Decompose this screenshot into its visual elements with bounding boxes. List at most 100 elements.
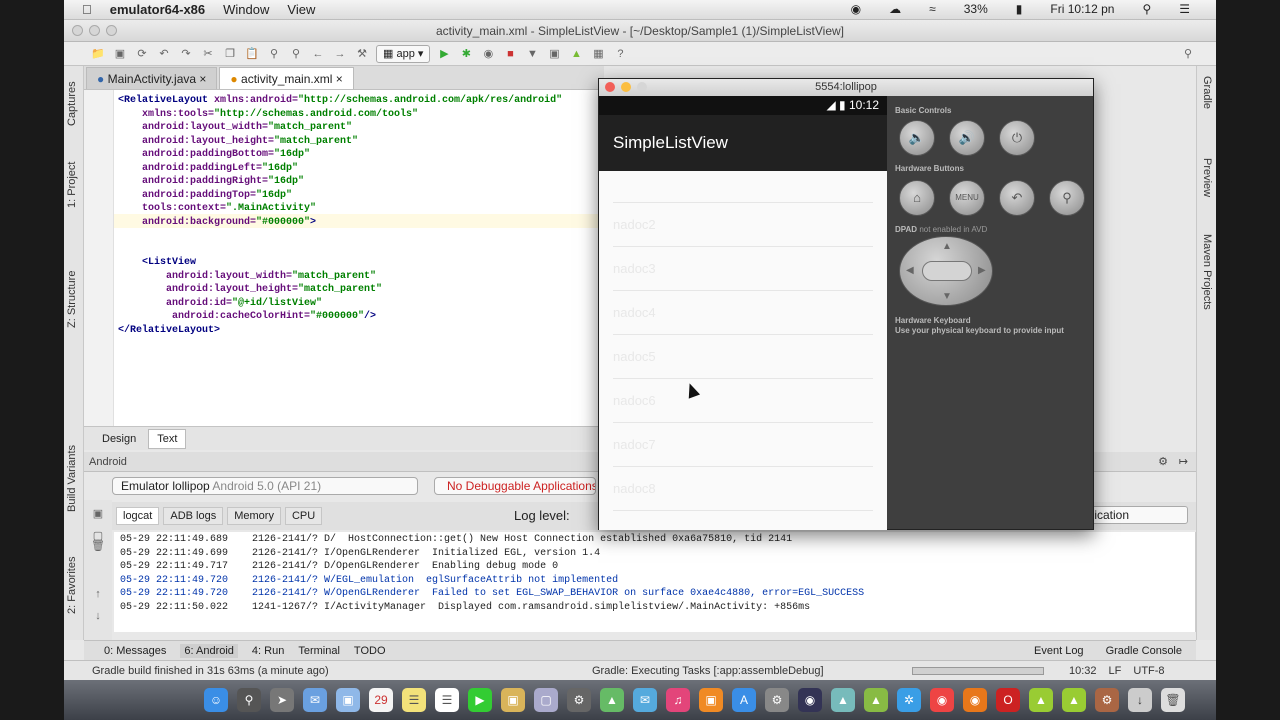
tab-logcat[interactable]: logcat [116,507,160,525]
list-item[interactable]: nadoc5 [613,335,873,379]
log-line[interactable]: 05-29 22:11:49.720 2126-2141/? W/EGL_emu… [120,574,618,588]
sync-icon[interactable]: ⟳ [134,46,150,62]
facetime-icon[interactable]: ▶ [468,688,492,712]
dpad-center[interactable] [922,261,972,281]
tab-captures[interactable]: Captures [66,81,78,126]
code-line[interactable]: android:layout_width="match_parent" [118,270,376,284]
code-line[interactable]: android:cacheColorHint="#000000"/> [118,310,376,324]
undo-icon[interactable]: ↶ [156,46,172,62]
redo-icon[interactable]: ↷ [178,46,194,62]
tab-cpu[interactable]: CPU [284,507,323,525]
up-icon[interactable]: ↑ [90,586,106,602]
project-structure-icon[interactable]: ▦ [590,46,606,62]
code-line[interactable]: tools:context=".MainActivity" [118,202,316,216]
list-item[interactable]: nadoc3 [613,247,873,291]
opera-icon[interactable]: O [996,688,1020,712]
code-line[interactable]: </RelativeLayout> [118,324,220,338]
downloads-icon[interactable]: ↓ [1128,688,1152,712]
tab-build-variants[interactable]: Build Variants [66,445,78,512]
wifi-icon[interactable]: ≈ [929,2,936,16]
finder-icon[interactable]: ☺ [204,688,228,712]
menubar-clock[interactable]: Fri 10:12 pn [1050,2,1114,16]
search-icon[interactable]: ⚲ [1049,180,1085,216]
log-line[interactable]: 05-29 22:11:49.699 2126-2141/? I/OpenGLR… [120,547,600,561]
spotlight-app-icon[interactable]: ⚲ [237,688,261,712]
attach-icon[interactable]: ◉ [480,46,496,62]
tab-text[interactable]: Text [148,428,187,449]
spotlight-icon[interactable]: ⚲ [1142,2,1151,16]
dpad-down-icon[interactable]: ▼ [942,291,952,302]
panel-hide-icon[interactable]: ↦ [1179,452,1188,472]
log-filter-select[interactable]: plication [1078,506,1188,524]
paste-icon[interactable]: 📋 [244,46,260,62]
find-icon[interactable]: ⚲ [266,46,282,62]
notes-icon[interactable]: ☰ [402,688,426,712]
volume-down-icon[interactable]: 🔈 [899,120,935,156]
dpad-up-icon[interactable]: ▲ [942,241,952,252]
clear-log-icon[interactable]: 🗑 [90,538,106,554]
cut-icon[interactable]: ✂ [200,46,216,62]
cursor-position[interactable]: 10:32 [1069,661,1097,681]
power-icon[interactable]: ⏻ [999,120,1035,156]
code-line[interactable]: android:id="@+id/listView" [118,297,322,311]
list-item[interactable]: nadoc8 [613,467,873,511]
replace-icon[interactable]: ⚲ [288,46,304,62]
debug-icon[interactable]: ✱ [458,46,474,62]
code-line[interactable]: xmlns:tools="http://schemas.android.com/… [118,108,418,122]
photos-icon[interactable]: ▣ [336,688,360,712]
record-icon[interactable]: ◉ [851,2,861,16]
tab-structure[interactable]: Z: Structure [66,271,78,328]
list-item[interactable]: nadoc2 [613,203,873,247]
tab-gradle-console[interactable]: Gradle Console [1106,645,1182,657]
network-icon[interactable]: ⚙ [567,688,591,712]
reminders-icon[interactable]: ☰ [435,688,459,712]
tab-design[interactable]: Design [94,430,144,448]
code-line[interactable]: android:paddingTop="16dp" [118,189,292,203]
safari-icon[interactable]: ✲ [897,688,921,712]
log-line[interactable]: 05-29 22:11:49.689 2126-2141/? D/ HostCo… [120,533,792,547]
list-item[interactable]: nadoc4 [613,291,873,335]
menubar-window[interactable]: Window [223,2,269,17]
utility-icon[interactable]: ⚙ [1095,688,1119,712]
mail-icon[interactable]: ✉ [303,688,327,712]
list-item[interactable] [613,171,873,203]
tab-adb-logs[interactable]: ADB logs [163,507,224,525]
volume-up-icon[interactable]: 🔊 [949,120,985,156]
tab-memory[interactable]: Memory [227,507,281,525]
panel-settings-icon[interactable]: ⚙ [1158,452,1168,472]
code-line[interactable]: android:background="#000000"> [118,216,316,230]
battery-icon[interactable]: ▮ [1016,2,1023,16]
log-line[interactable]: 05-29 22:11:49.717 2126-2141/? D/OpenGLR… [120,560,558,574]
log-line[interactable]: 05-29 22:11:49.720 2126-2141/? W/OpenGLR… [120,587,864,601]
tab-maven-projects[interactable]: Maven Projects [1201,234,1213,310]
emulator-screen[interactable]: ◢ ▮ 10:12 SimpleListView nadoc2 nadoc3 nad… [599,96,887,530]
tab-preview[interactable]: Preview [1201,158,1213,197]
code-line[interactable]: android:paddingBottom="16dp" [118,148,310,162]
tab-event-log[interactable]: Event Log [1034,645,1084,657]
code-line[interactable]: android:layout_height="match_parent" [118,283,382,297]
run-config-select[interactable]: ▦ app ▾ [376,44,431,63]
messages-icon[interactable]: ✉ [633,688,657,712]
display-icon[interactable]: ▢ [534,688,558,712]
tab-messages[interactable]: 0: Messages [104,645,166,657]
calendar-icon[interactable]: 29 [369,688,393,712]
tab-gradle[interactable]: Gradle [1201,76,1213,109]
open-icon[interactable]: 📁 [90,46,106,62]
save-icon[interactable]: ▣ [112,46,128,62]
menu-button[interactable]: MENU [949,180,985,216]
notification-icon[interactable]: ☰ [1179,2,1190,16]
device-select[interactable]: Emulator lollipop Android 5.0 (API 21) [112,477,418,495]
stop-icon[interactable]: ■ [502,46,518,62]
trash-icon[interactable]: 🗑 [1161,688,1185,712]
firefox-icon[interactable]: ◉ [963,688,987,712]
code-line[interactable]: <RelativeLayout xmlns:android="http://sc… [118,94,562,108]
file-encoding[interactable]: UTF-8 [1133,661,1164,681]
back-icon[interactable]: ← [310,46,326,62]
emulator-minimize-button[interactable] [621,82,631,92]
emulator-close-button[interactable] [605,82,615,92]
log-line[interactable]: 05-29 22:11:50.022 1241-1267/? I/Activit… [120,601,810,615]
code-editor[interactable]: <RelativeLayout xmlns:android="http://sc… [84,90,604,426]
status-message[interactable]: Gradle build finished in 31s 63ms (a min… [92,661,329,681]
list-item[interactable]: nadoc6 [613,379,873,423]
android-device-icon[interactable]: ▲ [1062,688,1086,712]
